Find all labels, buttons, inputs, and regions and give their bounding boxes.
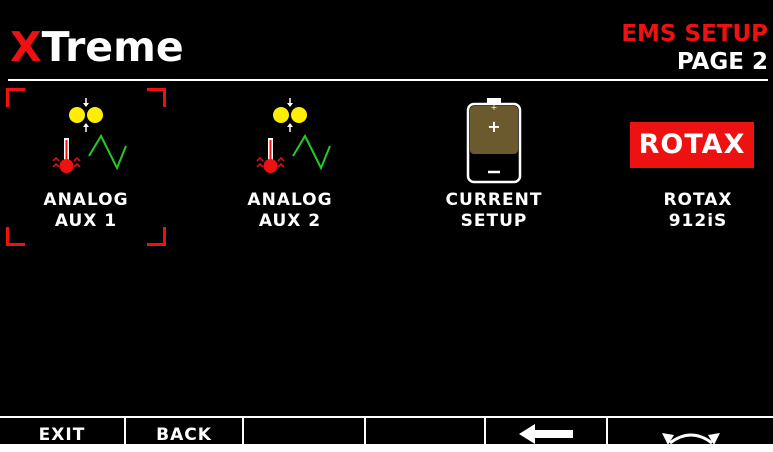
setup-title: EMS SETUP bbox=[621, 21, 768, 47]
softkey-bar: EXIT BACK bbox=[0, 416, 773, 446]
page-label: PAGE 2 bbox=[676, 49, 768, 75]
menu-item-label: ANALOG AUX 2 bbox=[210, 190, 370, 232]
svg-text:+: + bbox=[491, 103, 498, 112]
softkey-blank-4[interactable] bbox=[366, 418, 486, 446]
rotax-badge: ROTAX bbox=[630, 122, 754, 168]
svg-text:+: + bbox=[487, 117, 500, 136]
cycle-softkey[interactable] bbox=[608, 418, 773, 446]
rotax-logo: ROTAX bbox=[618, 88, 773, 188]
menu-item-label-line1: CURRENT bbox=[445, 190, 543, 210]
menu-item-label-line2: 912iS bbox=[668, 211, 728, 231]
analog-sensor-icon bbox=[210, 88, 370, 188]
menu-item-label-line1: ANALOG bbox=[43, 190, 129, 210]
menu-item-label: ROTAX 912iS bbox=[618, 190, 773, 232]
menu-item-label-line2: AUX 2 bbox=[258, 211, 322, 231]
left-arrow-softkey[interactable] bbox=[486, 418, 608, 446]
menu-item-label-line2: SETUP bbox=[460, 211, 528, 231]
app-title: XTreme bbox=[10, 22, 184, 72]
menu-item-rotax-912is[interactable]: ROTAX ROTAX 912iS bbox=[618, 88, 773, 246]
menu-item-current-setup[interactable]: + + CURRENT SETUP bbox=[414, 88, 574, 246]
header-divider bbox=[8, 79, 768, 81]
analog-sensor-icon bbox=[6, 88, 166, 188]
menu-item-label-line1: ROTAX bbox=[663, 190, 733, 210]
menu-item-analog-aux-2[interactable]: ANALOG AUX 2 bbox=[210, 88, 370, 246]
softkey-blank-3[interactable] bbox=[244, 418, 366, 446]
left-arrow-icon bbox=[511, 424, 581, 445]
menu-item-label: ANALOG AUX 1 bbox=[6, 190, 166, 232]
ems-screen: XTreme EMS SETUP PAGE 2 ANALOG AUX 1 ANA… bbox=[0, 0, 773, 446]
app-title-rest: Treme bbox=[41, 23, 184, 71]
back-softkey[interactable]: BACK bbox=[126, 418, 244, 446]
menu-item-label-line1: ANALOG bbox=[247, 190, 333, 210]
battery-icon: + + bbox=[414, 88, 574, 188]
cycle-arrows-icon bbox=[656, 425, 726, 445]
menu-item-label-line2: AUX 1 bbox=[54, 211, 118, 231]
exit-softkey[interactable]: EXIT bbox=[0, 418, 126, 446]
menu-item-analog-aux-1[interactable]: ANALOG AUX 1 bbox=[6, 88, 166, 246]
app-title-x: X bbox=[10, 23, 42, 71]
menu-item-label: CURRENT SETUP bbox=[414, 190, 574, 232]
